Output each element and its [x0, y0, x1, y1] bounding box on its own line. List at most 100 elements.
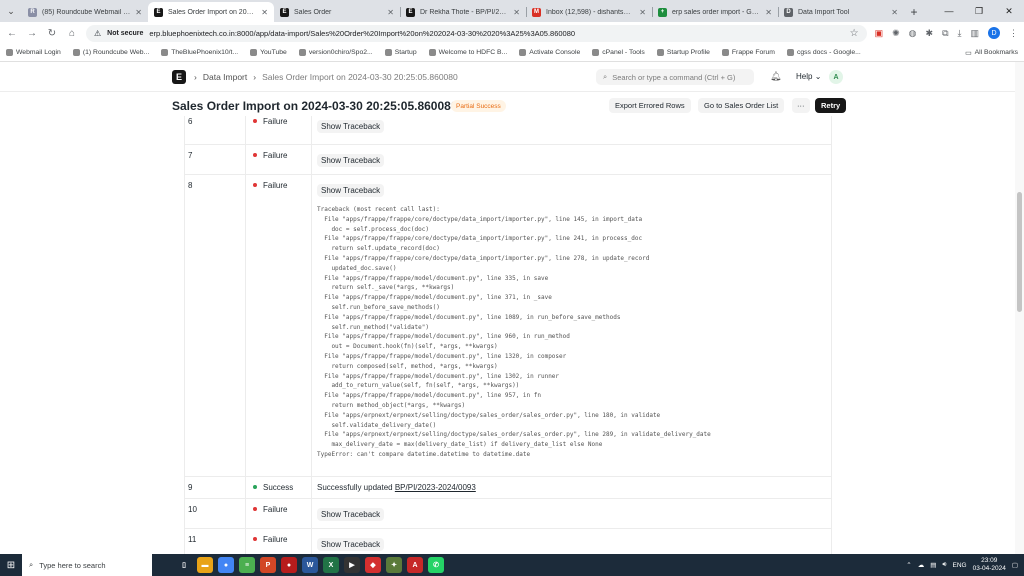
maximize-icon[interactable]: ❐ — [964, 0, 994, 22]
acrobat-icon[interactable]: A — [407, 557, 423, 573]
task-view-icon[interactable]: ▯ — [176, 557, 192, 573]
show-traceback-button[interactable]: Show Traceback — [317, 538, 385, 551]
browser-tab[interactable]: E Dr Rekha Thote - BP/PI/2023-24 ✕ — [400, 2, 526, 22]
close-window-icon[interactable]: ✕ — [994, 0, 1024, 22]
close-tab-icon[interactable]: ✕ — [513, 8, 520, 17]
clock[interactable]: 23:09 03-04-2024 — [973, 557, 1006, 573]
awesome-bar[interactable]: ⌕ Search or type a command (Ctrl + G) — [596, 69, 754, 85]
menu-icon[interactable]: ⋮ — [1009, 28, 1018, 39]
taskbar-search[interactable]: ⌕ Type here to search — [22, 554, 152, 576]
whatsapp-icon[interactable]: ✆ — [428, 557, 444, 573]
close-tab-icon[interactable]: ✕ — [387, 8, 394, 17]
word-icon[interactable]: W — [302, 557, 318, 573]
reload-icon[interactable]: ↻ — [46, 28, 58, 39]
anydesk-icon[interactable]: ◆ — [365, 557, 381, 573]
search-input[interactable]: Search or type a command (Ctrl + G) — [612, 73, 735, 82]
bookmark-item[interactable]: TheBluePhoenix10/t... — [161, 49, 238, 56]
bookmark-item[interactable]: Frappe Forum — [721, 49, 775, 56]
bookmark-item[interactable]: (1) Roundcube Web... — [72, 49, 149, 56]
status-text: Failure — [263, 505, 288, 514]
file-explorer-icon[interactable]: ▬ — [197, 557, 213, 573]
notepad-icon[interactable]: ≡ — [239, 557, 255, 573]
browser-tab[interactable]: R (85) Roundcube Webmail :: Inbox ✕ — [22, 2, 148, 22]
chrome-icon[interactable]: ● — [218, 557, 234, 573]
powerpoint-icon[interactable]: P — [260, 557, 276, 573]
bookmark-item[interactable]: Startup — [384, 49, 417, 56]
go-to-sales-order-list-button[interactable]: Go to Sales Order List — [698, 98, 785, 113]
scrollbar-thumb[interactable] — [1017, 192, 1022, 312]
language-indicator[interactable]: ENG — [953, 562, 967, 569]
sales-order-link[interactable]: BP/PI/2023-2024/0093 — [395, 483, 476, 492]
new-tab-button[interactable]: + — [904, 2, 924, 22]
show-traceback-button[interactable]: Show Traceback — [317, 184, 385, 197]
tab-search-icon[interactable]: ⌄ — [0, 0, 22, 22]
all-bookmarks[interactable]: ▭ All Bookmarks — [965, 49, 1018, 57]
bookmark-item[interactable]: cPanel - Tools — [592, 49, 645, 56]
close-tab-icon[interactable]: ✕ — [135, 8, 142, 17]
row-index: 11 — [184, 529, 246, 554]
bookmark-item[interactable]: Welcome to HDFC B... — [428, 49, 507, 56]
row-message: Successfully updated BP/PI/2023-2024/009… — [313, 477, 832, 498]
cloud-icon[interactable]: ☁ — [918, 561, 925, 569]
close-tab-icon[interactable]: ✕ — [765, 8, 772, 17]
download-icon[interactable]: ⤓ — [958, 28, 962, 39]
browser-tab[interactable]: + erp sales order import - Google ✕ — [652, 2, 778, 22]
export-errored-rows-button[interactable]: Export Errored Rows — [609, 98, 691, 113]
more-actions-button[interactable]: ··· — [792, 98, 810, 113]
forward-icon[interactable]: → — [26, 28, 38, 39]
retry-button[interactable]: Retry — [815, 98, 847, 113]
app-logo[interactable]: E — [172, 70, 186, 84]
windows-start-icon[interactable]: ⊞ — [0, 554, 22, 576]
close-tab-icon[interactable]: ✕ — [891, 8, 898, 17]
failure-dot-icon — [253, 183, 257, 187]
bookmark-item[interactable]: Webmail Login — [6, 49, 61, 56]
help-dropdown[interactable]: Help ⌄ — [796, 72, 821, 81]
extensions-puzzle-icon[interactable]: ⧉ — [942, 28, 948, 39]
notification-bell-icon[interactable]: 🔔︎ — [770, 71, 781, 82]
bookmark-item[interactable]: Startup Profile — [656, 49, 710, 56]
record-icon[interactable]: ● — [281, 557, 297, 573]
address-bar[interactable]: ⚠ Not secure erp.bluephoenixtech.co.in:8… — [86, 24, 867, 42]
show-traceback-button[interactable]: Show Traceback — [317, 508, 385, 521]
row-index: 9 — [184, 477, 246, 498]
network-icon[interactable]: ▤ — [930, 561, 936, 569]
minimize-icon[interactable]: — — [934, 0, 964, 22]
user-avatar[interactable]: A — [829, 70, 843, 84]
not-secure-label[interactable]: Not secure — [107, 30, 143, 37]
excel-icon[interactable]: X — [323, 557, 339, 573]
side-panel-icon[interactable]: ▥ — [970, 28, 979, 39]
notifications-icon[interactable]: ▢ — [1012, 561, 1018, 569]
page-scrollbar[interactable] — [1015, 62, 1024, 554]
extension-icon[interactable]: ◍ — [909, 28, 917, 39]
extension-icon[interactable]: ✺ — [892, 28, 900, 39]
close-tab-icon[interactable]: ✕ — [639, 8, 646, 17]
show-traceback-button[interactable]: Show Traceback — [317, 154, 385, 167]
extension-icon[interactable]: ✱ — [926, 28, 934, 39]
git-icon[interactable]: ✦ — [386, 557, 402, 573]
back-icon[interactable]: ← — [6, 28, 18, 39]
browser-tab[interactable]: E Sales Order ✕ — [274, 2, 400, 22]
show-traceback-button[interactable]: Show Traceback — [317, 120, 385, 133]
breadcrumb-current[interactable]: Sales Order Import on 2024-03-30 20:25:0… — [262, 72, 458, 82]
browser-tab[interactable]: M Inbox (12,598) - dishantshah1 ✕ — [526, 2, 652, 22]
url-text[interactable]: erp.bluephoenixtech.co.in:8000/app/data-… — [149, 29, 575, 38]
row-status: Success — [247, 477, 312, 498]
row-index: 8 — [184, 175, 246, 476]
bookmark-item[interactable]: Activate Console — [519, 49, 580, 56]
browser-tab[interactable]: D Data Import Tool ✕ — [778, 2, 904, 22]
home-icon[interactable]: ⌂ — [66, 28, 78, 39]
close-tab-icon[interactable]: ✕ — [261, 8, 268, 17]
bookmark-star-icon[interactable]: ☆ — [850, 28, 859, 39]
browser-tab[interactable]: E Sales Order Import on 2024-03-30 ✕ — [148, 2, 274, 22]
import-log-table: 6 Failure Show Traceback 7 Failure Show … — [184, 116, 832, 554]
bookmark-item[interactable]: cgss docs - Google... — [786, 49, 861, 56]
extension-icon[interactable]: ▣ — [875, 28, 884, 39]
bookmark-item[interactable]: YouTube — [250, 49, 287, 56]
warning-icon[interactable]: ⚠ — [94, 29, 101, 38]
volume-icon[interactable]: 🔊︎ — [942, 561, 946, 569]
bookmark-item[interactable]: version0chiro/Spo2... — [298, 49, 373, 56]
profile-avatar[interactable]: D — [988, 27, 1000, 39]
chevron-up-icon[interactable]: ⌃ — [906, 561, 911, 569]
breadcrumb-data-import[interactable]: Data Import — [203, 72, 247, 82]
media-player-icon[interactable]: ▶ — [344, 557, 360, 573]
